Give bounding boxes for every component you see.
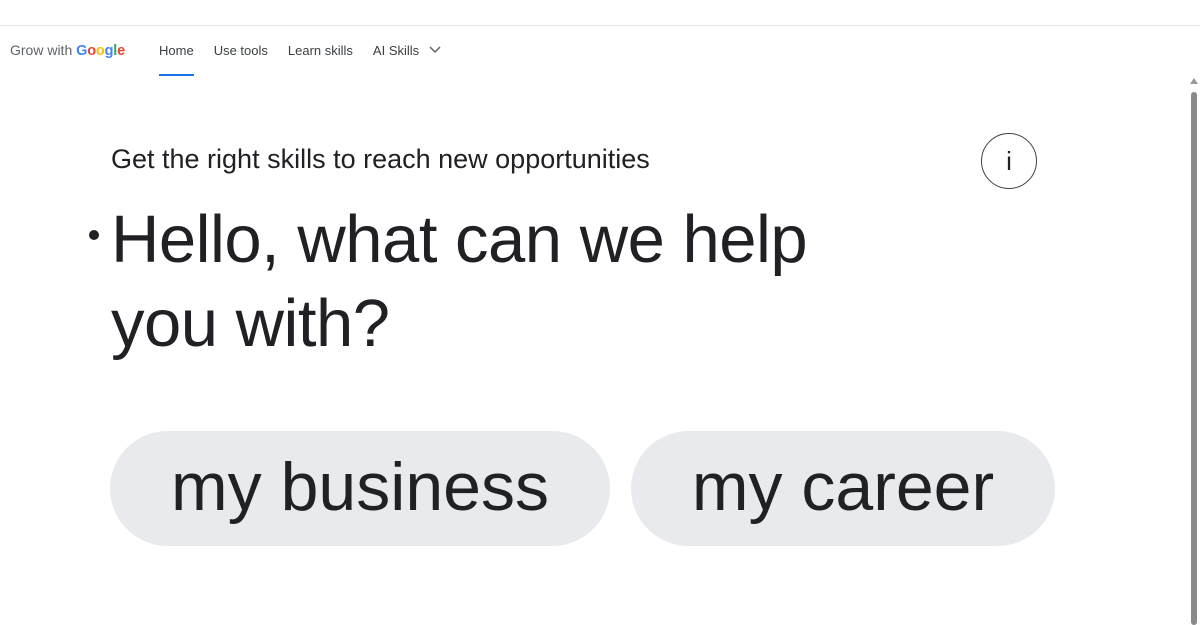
option-label: my business	[171, 449, 549, 525]
nav-item-ai-skills[interactable]: AI Skills	[373, 26, 441, 76]
scroll-up-arrow-icon[interactable]	[1190, 78, 1198, 84]
info-button[interactable]: i	[981, 133, 1037, 189]
nav-item-home[interactable]: Home	[159, 26, 194, 76]
scroll-thumb[interactable]	[1191, 92, 1197, 625]
nav-item-use-tools[interactable]: Use tools	[214, 26, 268, 76]
my-business-option[interactable]: my business	[110, 431, 610, 546]
hero-subtitle: Get the right skills to reach new opport…	[111, 144, 650, 174]
hero-headline: Hello, what can we help you with?	[111, 202, 808, 361]
nav-item-learn-skills[interactable]: Learn skills	[288, 26, 353, 76]
site-header: Grow with Google Home Use tools Learn sk…	[0, 26, 1200, 76]
nav-item-label: Use tools	[213, 43, 268, 58]
nav-item-label: Learn skills	[287, 43, 353, 58]
logo-prefix: Grow with	[10, 42, 77, 58]
main-nav: Home Use tools Learn skills AI Skills	[159, 26, 461, 76]
chevron-down-icon[interactable]	[429, 25, 441, 75]
nav-item-label: AI Skills	[372, 43, 420, 58]
nav-item-label: Home	[159, 43, 194, 58]
bullet-dot-icon	[89, 230, 99, 240]
my-career-option[interactable]: my career	[631, 431, 1055, 546]
google-wordmark: Google	[76, 43, 125, 59]
active-tab-indicator	[159, 74, 194, 76]
grow-with-google-logo[interactable]: Grow with Google	[10, 42, 125, 59]
option-label: my career	[691, 449, 995, 525]
vertical-scrollbar[interactable]	[1188, 78, 1200, 625]
info-icon: i	[1006, 146, 1012, 176]
